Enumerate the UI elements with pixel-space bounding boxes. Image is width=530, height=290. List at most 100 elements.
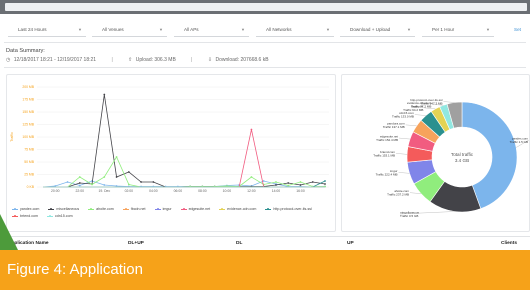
pie-leader-line xyxy=(405,124,417,127)
pie-leader-line xyxy=(396,153,408,155)
decorative-wedge xyxy=(0,214,18,250)
legend-item[interactable]: imgur xyxy=(154,206,172,213)
legend-label: imgur xyxy=(162,207,172,211)
x-tick-label: 04:00 xyxy=(149,189,158,193)
legend-swatch xyxy=(46,214,53,217)
pie-center-label: Total traffic xyxy=(451,152,474,157)
chevron-down-icon: ▼ xyxy=(486,27,490,32)
y-tick-label: 100 MB xyxy=(22,135,34,139)
divider xyxy=(4,42,526,43)
x-tick-label: 16:00 xyxy=(296,189,305,193)
legend-swatch xyxy=(88,207,95,210)
pie-leader-line xyxy=(409,192,422,194)
data-point xyxy=(103,184,106,186)
pie-slice-value: Traffic 137.1 MB xyxy=(383,125,405,129)
column-clients[interactable]: Clients xyxy=(501,241,517,246)
line-chart-legend: yandex.com miscellaneous ahoite.com fbcdn.n… xyxy=(12,206,332,220)
legend-item[interactable]: evidence-cdn.com xyxy=(219,206,256,213)
data-point xyxy=(275,181,277,183)
legend-item[interactable]: fbcdn.net xyxy=(122,206,146,213)
series-line xyxy=(43,129,325,188)
data-point xyxy=(311,181,314,183)
pie-slice-value: Traffic 147.3 MB xyxy=(421,102,443,106)
data-point xyxy=(115,176,118,178)
x-tick-label: 02:00 xyxy=(125,189,134,193)
data-point xyxy=(127,171,130,173)
interval-value: Per 1 Hour xyxy=(432,27,455,32)
legend-swatch xyxy=(48,207,55,210)
time-range-select[interactable]: Last 24 Hours ▼ xyxy=(8,24,86,37)
column-up[interactable]: UP xyxy=(347,241,354,246)
data-point xyxy=(324,180,326,182)
summary-row: ◷ 12/18/2017 18:21 - 12/19/2017 18:21 | … xyxy=(6,57,269,63)
y-axis-label: Traffic xyxy=(10,132,14,142)
direction-value: Download + Upload xyxy=(350,27,391,32)
series-line xyxy=(43,156,325,188)
data-point xyxy=(78,176,81,178)
y-tick-label: 150 MB xyxy=(22,110,34,114)
data-point xyxy=(103,93,106,96)
clock-icon: ◷ xyxy=(6,57,11,63)
legend-item[interactable]: miscellaneous xyxy=(48,206,79,213)
upload-icon: ⇧ xyxy=(128,57,133,63)
chevron-down-icon: ▼ xyxy=(326,27,330,32)
x-tick-label: 12:00 xyxy=(247,189,256,193)
column-dl-up[interactable]: DL+UP xyxy=(128,241,144,246)
y-tick-label: 200 MB xyxy=(22,85,34,89)
interval-select[interactable]: Per 1 Hour ▼ xyxy=(422,24,494,37)
data-point xyxy=(299,184,302,186)
traffic-pie-chart-panel: yandex.com Traffic 1.5 GB miscellaneous Tra… xyxy=(341,74,530,232)
data-point xyxy=(262,180,265,182)
chevron-down-icon: ▼ xyxy=(159,27,163,32)
top-bar xyxy=(0,0,530,14)
download-icon: ⇩ xyxy=(207,57,213,63)
data-point xyxy=(299,181,302,183)
network-select[interactable]: All Networks ▼ xyxy=(256,24,334,37)
data-point xyxy=(287,184,290,187)
legend-label: brtend.com xyxy=(20,214,38,218)
legend-swatch xyxy=(219,207,226,210)
y-tick-label: 25 MB xyxy=(24,173,35,177)
y-tick-label: 50 MB xyxy=(24,160,35,164)
legend-item[interactable]: cdn15.com xyxy=(46,213,73,220)
set-filter-button[interactable]: Set xyxy=(514,27,521,32)
filter-bar: Last 24 Hours ▼ All Venues ▼ All APs ▼ A… xyxy=(4,20,530,40)
legend-label: ahoite.com xyxy=(96,207,114,211)
chevron-down-icon: ▼ xyxy=(241,27,245,32)
legend-item[interactable]: ahoite.com xyxy=(88,206,114,213)
data-point xyxy=(250,176,253,178)
series-line xyxy=(43,94,326,188)
legend-item[interactable]: yandex.com xyxy=(12,206,39,213)
ap-select[interactable]: All APs ▼ xyxy=(174,24,249,37)
pie-center-value: 3.4 GB xyxy=(455,158,469,163)
data-point xyxy=(127,183,130,186)
legend-item[interactable]: http-protocol-over-tls-ssl xyxy=(265,206,312,213)
pie-slice-value: Traffic 222.4 MB xyxy=(376,172,398,176)
pie-leader-line xyxy=(398,137,411,140)
column-dl[interactable]: DL xyxy=(236,241,242,246)
legend-label: yandex.com xyxy=(20,207,40,211)
legend-label: http-protocol-over-tls-ssl xyxy=(273,207,312,211)
pie-slice-value: Traffic 94.2 MB xyxy=(403,108,423,112)
summary-separator: | xyxy=(191,57,193,63)
legend-swatch xyxy=(12,207,18,210)
venue-select[interactable]: All Venues ▼ xyxy=(92,24,167,37)
x-tick-label: 08:00 xyxy=(198,189,207,193)
data-point xyxy=(115,156,118,158)
x-tick-label: 19. Dec xyxy=(98,189,110,193)
top-bar-strip xyxy=(5,3,527,11)
legend-label: fbcdn.net xyxy=(130,207,146,211)
network-value: All Networks xyxy=(266,27,292,32)
legend-label: evidence-cdn.com xyxy=(227,207,257,211)
data-point xyxy=(152,181,155,183)
legend-item[interactable]: edgesuite.net xyxy=(180,206,210,213)
direction-select[interactable]: Download + Upload ▼ xyxy=(340,24,415,37)
summary-title: Data Summary: xyxy=(6,48,45,54)
chevron-down-icon: ▼ xyxy=(78,27,82,32)
legend-label: cdn15.com xyxy=(54,214,73,218)
data-point xyxy=(250,128,253,131)
x-tick-label: 20:00 xyxy=(51,189,60,193)
y-tick-label: 175 MB xyxy=(22,98,34,102)
data-point xyxy=(78,182,81,184)
summary-range: 12/18/2017 18:21 - 12/19/2017 18:21 xyxy=(13,57,97,63)
